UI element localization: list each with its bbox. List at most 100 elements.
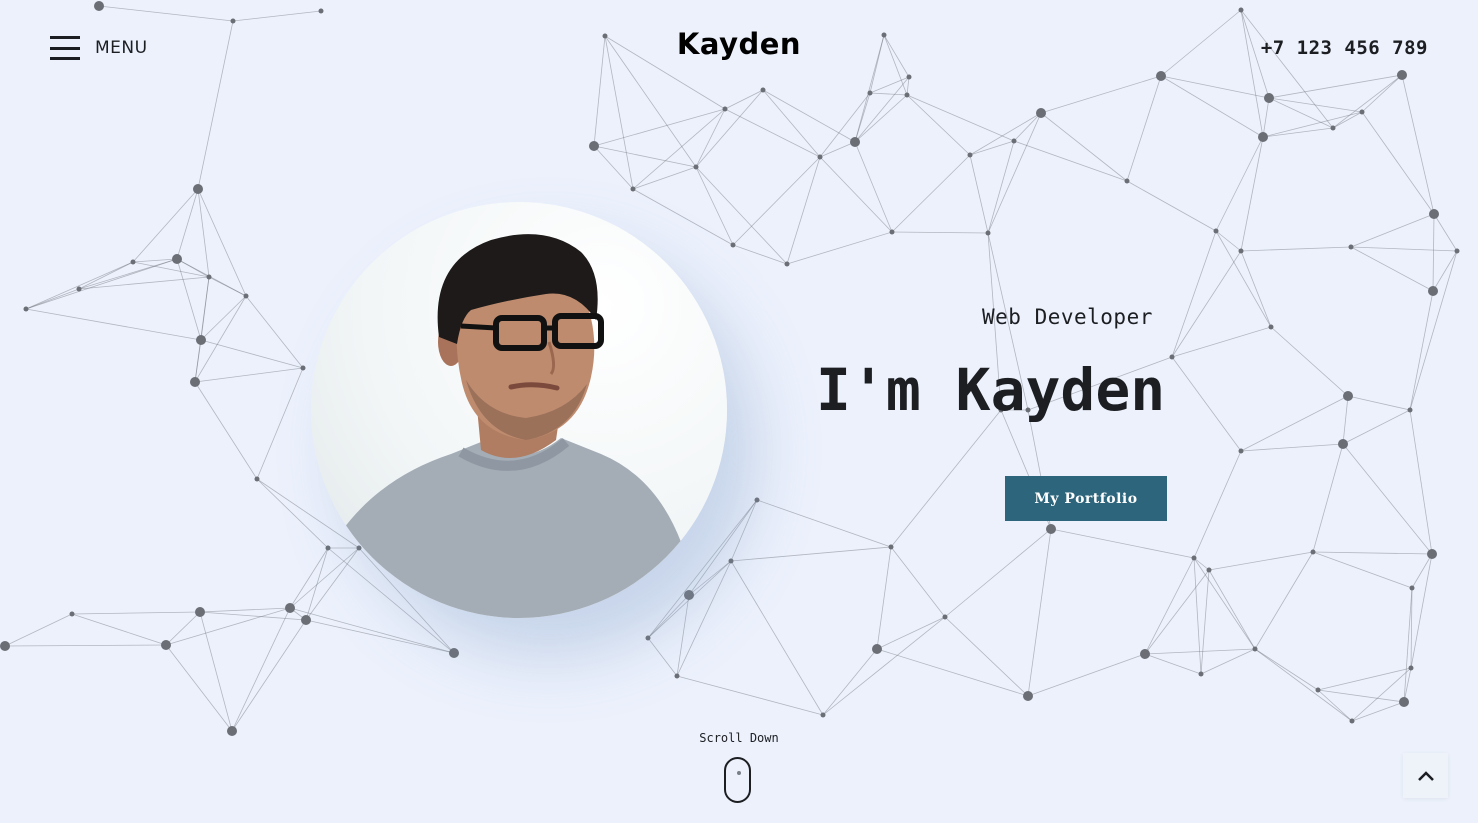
network-node [1343,391,1353,401]
network-link [1262,111,1363,138]
chevron-up-icon [1417,770,1434,781]
network-link [890,409,1002,548]
network-link [891,154,971,233]
network-link [289,547,329,609]
network-link [854,141,893,233]
network-link [1208,569,1256,650]
network-link [1342,395,1349,445]
network-link [944,616,1029,697]
network-node [1359,109,1365,115]
particle-network-background [0,1,1460,736]
network-link [1350,246,1458,252]
network-link [695,166,734,246]
network-node [722,106,728,112]
network-node [254,476,260,482]
network-link [245,295,304,369]
network-link [199,607,291,613]
network-link [1409,290,1434,411]
network-node [285,603,295,613]
network-link [1342,443,1433,555]
network-link [1215,230,1272,328]
network-link [1432,213,1435,292]
network-link [256,478,329,549]
network-node [684,590,694,600]
network-link [786,156,821,265]
network-link [1050,528,1195,559]
network-link [194,276,210,383]
network-node [227,726,237,736]
mouse-icon[interactable] [724,757,751,803]
network-link [256,367,304,480]
network-node [1140,649,1150,659]
network-link [1144,653,1202,675]
network-node [872,644,882,654]
network-link [1240,395,1349,452]
network-link [786,231,893,265]
network-link [1171,356,1242,452]
network-link [593,145,697,168]
network-link [730,546,892,562]
network-link [1262,97,1270,138]
network-link [876,648,1029,697]
network-link [876,546,892,650]
network-link [632,188,734,246]
network-link [231,607,291,732]
site-logo[interactable]: Kayden [677,27,801,61]
network-node [693,164,699,170]
network-link [1312,551,1433,555]
network-link [730,560,824,716]
network-link [732,244,788,265]
network-link [1013,140,1128,182]
network-link [1193,450,1242,559]
network-link [695,89,764,168]
network-node [985,230,991,236]
network-link [1171,326,1272,358]
network-link [647,637,678,677]
network-link [197,188,247,297]
network-link [1126,180,1217,232]
network-link [1433,213,1458,252]
network-link [1144,557,1195,655]
network-link [1317,689,1353,722]
network-link [4,613,73,647]
network-link [732,156,821,246]
network-link [1351,701,1405,722]
menu-toggle[interactable]: MENU [50,36,148,60]
network-link [1409,409,1433,555]
network-node [23,306,29,312]
network-node [300,365,306,371]
network-link [1027,528,1052,697]
network-link [4,644,167,647]
network-link [676,560,732,677]
network-link [969,112,1042,156]
network-link [231,619,307,732]
network-node [69,611,75,617]
network-node [1310,549,1316,555]
hero-subtitle: Web Developer [982,305,1153,329]
network-link [906,94,971,156]
network-node [1348,244,1354,250]
network-link [1040,112,1128,182]
network-node [1046,524,1056,534]
network-link [176,188,199,260]
network-link [1215,136,1264,232]
portfolio-button[interactable]: My Portfolio [1005,476,1167,521]
menu-label: MENU [95,38,148,58]
network-link [819,92,871,158]
network-link [1027,653,1146,697]
network-node [356,545,362,551]
network-link [1350,246,1434,292]
network-link [1317,689,1405,703]
back-to-top-button[interactable] [1403,753,1448,798]
network-link [1215,230,1242,252]
network-link [756,499,892,548]
network-link [1240,250,1272,328]
network-node [449,648,459,658]
network-node [76,286,82,292]
network-link [1240,246,1352,252]
network-node [784,261,790,267]
network-link [1171,230,1217,358]
mouse-wheel-dot [736,771,741,775]
network-node [1427,549,1437,559]
network-link [1240,443,1344,452]
